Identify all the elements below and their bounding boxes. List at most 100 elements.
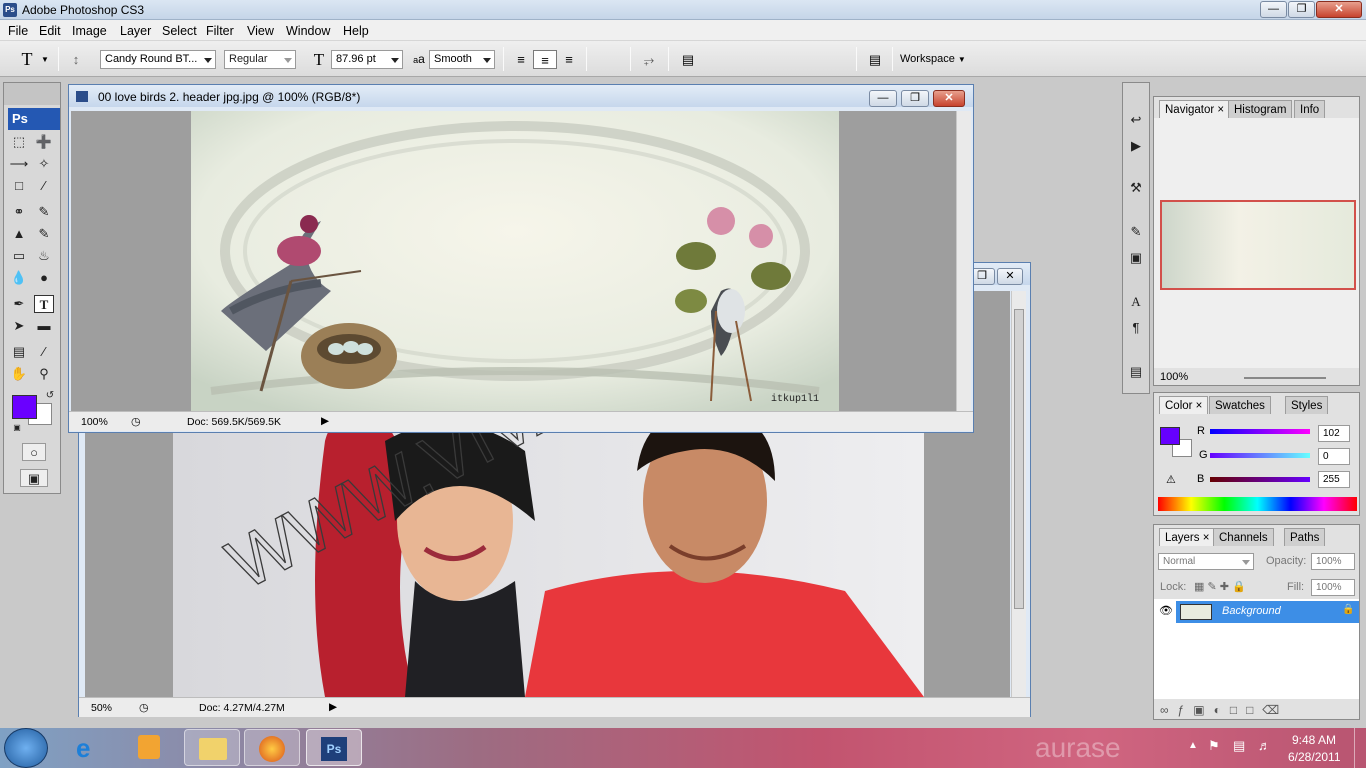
fill-input[interactable]: 100% xyxy=(1311,579,1355,596)
scroll-thumb[interactable] xyxy=(1014,309,1024,609)
default-colors-icon[interactable]: ▣ xyxy=(7,419,27,437)
clock-date[interactable]: 6/28/2011 xyxy=(1288,750,1341,764)
start-button[interactable] xyxy=(4,728,48,768)
layer-comps-icon[interactable]: ▤ xyxy=(1126,363,1146,381)
menu-window[interactable]: Window xyxy=(286,24,330,38)
status-arrow-icon[interactable]: ▶ xyxy=(329,701,337,713)
menu-file[interactable]: File xyxy=(8,24,28,38)
status-menu-icon[interactable]: ◷ xyxy=(131,415,141,428)
brushes-icon[interactable]: ✎ xyxy=(1126,223,1146,241)
b-slider[interactable] xyxy=(1210,477,1310,482)
align-left-icon[interactable]: ≡ xyxy=(510,50,532,69)
tab-info[interactable]: Info xyxy=(1294,100,1326,118)
move-tool-icon[interactable]: ➕ xyxy=(34,133,54,151)
layers-footer-icons[interactable]: ∞ƒ▣◐□□⌫ xyxy=(1160,703,1288,717)
photoshop-taskbar-button[interactable]: Ps xyxy=(306,729,362,766)
menu-image[interactable]: Image xyxy=(72,24,107,38)
status-arrow-icon[interactable]: ▶ xyxy=(321,415,329,427)
tab-channels[interactable]: Channels xyxy=(1213,528,1274,546)
brush-tool-icon[interactable]: ✎ xyxy=(34,203,54,221)
color-ramp[interactable] xyxy=(1158,497,1357,511)
eyedropper-icon[interactable]: ∕ xyxy=(34,343,54,361)
doc-maximize-button[interactable]: ❐ xyxy=(901,90,929,107)
network-icon[interactable]: ▤ xyxy=(1233,738,1245,754)
type-tool-icon[interactable]: T xyxy=(34,295,54,313)
menu-select[interactable]: Select xyxy=(162,24,197,38)
screen-mode-icon[interactable]: ▣ xyxy=(20,469,48,487)
history-icon[interactable]: ↩ xyxy=(1126,111,1146,129)
marquee-tool-icon[interactable]: ⬚ xyxy=(9,133,29,151)
path-selection-icon[interactable]: ➤ xyxy=(9,317,29,335)
explorer-taskbar-button[interactable] xyxy=(184,729,240,766)
character-panel-icon[interactable]: ▤ xyxy=(676,50,700,69)
lock-icons[interactable]: ▦ ✎ ✚ 🔒 xyxy=(1194,580,1246,593)
tool-preset-picker[interactable]: T xyxy=(14,50,40,69)
character-icon[interactable]: A xyxy=(1126,293,1146,311)
document-titlebar[interactable]: 00 love birds 2. header jpg.jpg @ 100% (… xyxy=(69,85,973,107)
minimize-button[interactable]: — xyxy=(1260,1,1287,18)
swap-colors-icon[interactable]: ↺ xyxy=(40,387,60,405)
navigator-preview[interactable] xyxy=(1160,200,1356,290)
vertical-scrollbar[interactable] xyxy=(956,111,971,411)
notes-tool-icon[interactable]: ▤ xyxy=(9,343,29,361)
clone-source-icon[interactable]: ▣ xyxy=(1126,249,1146,267)
font-style-select[interactable]: Regular xyxy=(224,50,296,69)
g-input[interactable]: 0 xyxy=(1318,448,1350,465)
antialias-select[interactable]: Smooth xyxy=(429,50,495,69)
clone-stamp-icon[interactable]: ▲ xyxy=(9,225,29,243)
paragraph-icon[interactable]: ¶ xyxy=(1126,319,1146,337)
media-player-taskbar-button[interactable] xyxy=(122,729,178,766)
show-desktop-button[interactable] xyxy=(1354,728,1366,768)
clock-time[interactable]: 9:48 AM xyxy=(1292,733,1336,747)
rectangle-tool-icon[interactable]: ▬ xyxy=(34,317,54,335)
tab-swatches[interactable]: Swatches xyxy=(1209,396,1271,414)
actions-icon[interactable]: ▶ xyxy=(1126,137,1146,155)
canvas-area[interactable]: itkup1l1 xyxy=(71,111,956,411)
chevron-down-icon[interactable]: ▼ xyxy=(40,50,50,69)
opacity-input[interactable]: 100% xyxy=(1311,553,1355,570)
b-input[interactable]: 255 xyxy=(1318,471,1350,488)
healing-brush-icon[interactable]: ⚭ xyxy=(9,203,29,221)
r-input[interactable]: 102 xyxy=(1318,425,1350,442)
crop-tool-icon[interactable]: □ xyxy=(9,177,29,195)
paint-bucket-icon[interactable]: ♨ xyxy=(34,247,54,265)
warning-icon[interactable]: ⚠ xyxy=(1166,473,1176,486)
workspace-button[interactable]: Workspace ▼ xyxy=(900,50,976,69)
bridge-icon[interactable]: ▤ xyxy=(862,50,888,69)
slice-tool-icon[interactable]: ∕ xyxy=(34,177,54,195)
eye-icon[interactable]: 👁 xyxy=(1159,604,1173,617)
doc-close-button[interactable]: ✕ xyxy=(997,268,1023,285)
ps-badge[interactable]: Ps xyxy=(8,108,60,130)
lasso-tool-icon[interactable]: ⟶ xyxy=(9,155,29,173)
zoom-tool-icon[interactable]: ⚲ xyxy=(34,365,54,383)
status-menu-icon[interactable]: ◷ xyxy=(139,701,149,714)
vertical-scrollbar[interactable] xyxy=(1011,291,1026,697)
tab-navigator[interactable]: Navigator × xyxy=(1159,100,1231,118)
tab-color[interactable]: Color × xyxy=(1159,396,1209,414)
foreground-color-swatch[interactable] xyxy=(12,395,37,419)
tab-layers[interactable]: Layers × xyxy=(1159,528,1216,546)
doc-close-button[interactable]: ✕ xyxy=(933,90,965,107)
magic-wand-tool-icon[interactable]: ✧ xyxy=(34,155,54,173)
volume-icon[interactable]: ♬ xyxy=(1258,738,1271,753)
hand-tool-icon[interactable]: ✋ xyxy=(9,365,29,383)
zoom-level[interactable]: 100% xyxy=(81,416,108,428)
blur-tool-icon[interactable]: 💧 xyxy=(9,269,29,287)
restore-button[interactable]: ❐ xyxy=(1288,1,1315,18)
font-size-input[interactable]: 87.96 pt xyxy=(331,50,403,69)
zoom-level[interactable]: 50% xyxy=(91,702,112,714)
text-orientation-icon[interactable]: ↕ xyxy=(66,50,86,69)
blend-mode-select[interactable]: Normal xyxy=(1158,553,1254,570)
tool-presets-icon[interactable]: ⚒ xyxy=(1126,179,1146,197)
color-fg-swatch[interactable] xyxy=(1160,427,1180,445)
r-slider[interactable] xyxy=(1210,429,1310,434)
navigator-zoom-slider[interactable] xyxy=(1244,377,1326,379)
align-center-icon[interactable]: ≡ xyxy=(533,50,557,69)
toolbox-header[interactable] xyxy=(4,83,60,105)
firefox-taskbar-button[interactable] xyxy=(244,729,300,766)
ie-taskbar-button[interactable]: e xyxy=(62,729,118,766)
tab-paths[interactable]: Paths xyxy=(1284,528,1326,546)
g-slider[interactable] xyxy=(1210,453,1310,458)
menu-help[interactable]: Help xyxy=(343,24,369,38)
quick-mask-icon[interactable]: ○ xyxy=(22,443,46,461)
